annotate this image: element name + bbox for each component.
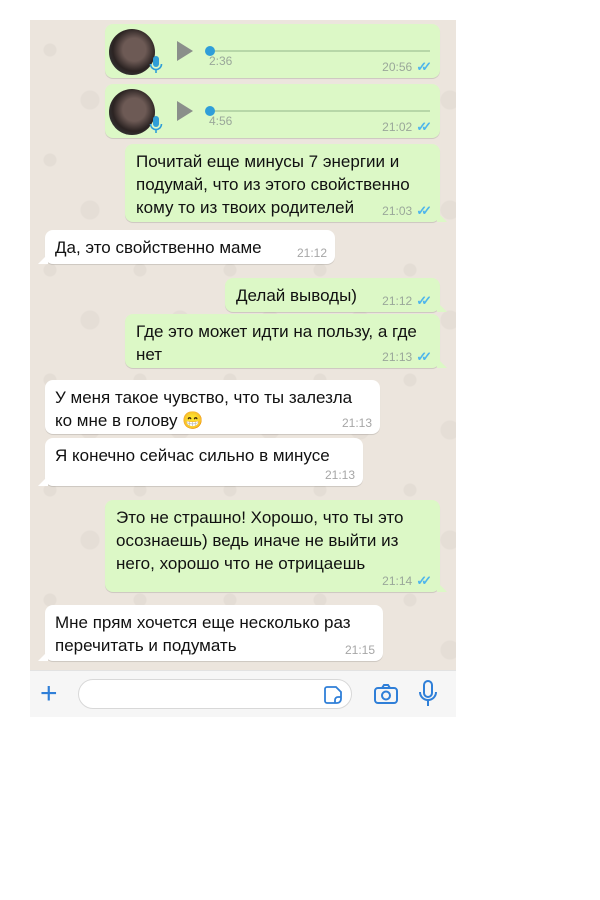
message-text: Я конечно сейчас сильно в минусе: [55, 446, 330, 465]
message-meta: 21:03 ✓✓: [382, 203, 432, 219]
message-text: Почитай еще минусы 7 энергии и подумай, ч…: [136, 152, 410, 217]
message-text: Делай выводы): [236, 286, 357, 305]
play-icon[interactable]: [177, 41, 193, 61]
message-text: Да, это свойственно маме: [55, 238, 262, 257]
message-text: Мне прям хочется еще несколько раз перечи…: [55, 613, 351, 655]
message-time: 21:02: [382, 120, 413, 134]
message-meta: 21:13: [325, 468, 355, 482]
message-meta: 21:02 ✓✓: [382, 119, 432, 135]
message-bubble[interactable]: У меня такое чувство, что ты залезла ко м…: [45, 380, 380, 434]
microphone-icon: [149, 116, 163, 133]
message-meta: 21:12: [297, 246, 327, 260]
audio-progress-track[interactable]: [209, 50, 430, 52]
read-ticks-icon: ✓✓: [416, 573, 432, 588]
message-input[interactable]: [78, 679, 352, 709]
message-time: 21:13: [382, 350, 413, 364]
message-meta: 21:13: [342, 416, 372, 430]
chat-area[interactable]: 2:36 20:56 ✓✓ 4:56 21:02 ✓✓ Почитай еще ми…: [30, 20, 456, 670]
message-time: 21:03: [382, 204, 413, 218]
plus-icon[interactable]: +: [40, 679, 58, 709]
message-meta: 21:15: [345, 643, 375, 657]
message-input-bar: +: [30, 670, 456, 717]
message-bubble[interactable]: Да, это свойственно маме 21:12: [38, 230, 335, 264]
audio-progress-track[interactable]: [209, 110, 430, 112]
microphone-icon[interactable]: [418, 679, 438, 709]
message-time: 21:13: [324, 468, 355, 482]
voice-duration: 2:36: [209, 54, 233, 68]
message-bubble[interactable]: Где это может идти на пользу, а где нет 2…: [125, 314, 447, 368]
message-bubble[interactable]: Я конечно сейчас сильно в минусе 21:13: [38, 438, 363, 486]
voice-message[interactable]: 2:36 20:56 ✓✓: [105, 24, 440, 78]
message-text: Где это может идти на пользу, а где нет: [136, 322, 417, 364]
message-text-field[interactable]: [91, 680, 325, 708]
read-ticks-icon: ✓✓: [416, 349, 432, 364]
voice-duration: 4:56: [209, 114, 233, 128]
message-meta: 21:13 ✓✓: [382, 349, 432, 365]
message-time: 21:14: [382, 574, 413, 588]
message-time: 21:12: [296, 246, 327, 260]
read-ticks-icon: ✓✓: [416, 119, 432, 134]
message-bubble[interactable]: Мне прям хочется еще несколько раз перечи…: [38, 605, 383, 661]
message-time: 21:12: [382, 294, 413, 308]
message-time: 21:13: [341, 416, 372, 430]
microphone-icon: [149, 56, 163, 73]
message-bubble[interactable]: Делай выводы) 21:12 ✓✓: [225, 278, 447, 312]
camera-icon[interactable]: [373, 681, 399, 707]
message-text: У меня такое чувство, что ты залезла ко м…: [55, 388, 353, 430]
message-bubble[interactable]: Это не страшно! Хорошо, что ты это осозна…: [105, 500, 447, 592]
read-ticks-icon: ✓✓: [416, 293, 432, 308]
sticker-icon[interactable]: [323, 685, 343, 705]
message-text: Это не страшно! Хорошо, что ты это осозна…: [116, 508, 404, 573]
message-time: 21:15: [344, 643, 375, 657]
read-ticks-icon: ✓✓: [416, 203, 432, 218]
voice-message[interactable]: 4:56 21:02 ✓✓: [105, 84, 440, 138]
message-meta: 20:56 ✓✓: [382, 59, 432, 75]
message-meta: 21:14 ✓✓: [382, 573, 432, 589]
message-meta: 21:12 ✓✓: [382, 293, 432, 309]
message-bubble[interactable]: Почитай еще минусы 7 энергии и подумай, ч…: [125, 144, 447, 222]
play-icon[interactable]: [177, 101, 193, 121]
message-time: 20:56: [382, 60, 413, 74]
read-ticks-icon: ✓✓: [416, 59, 432, 74]
